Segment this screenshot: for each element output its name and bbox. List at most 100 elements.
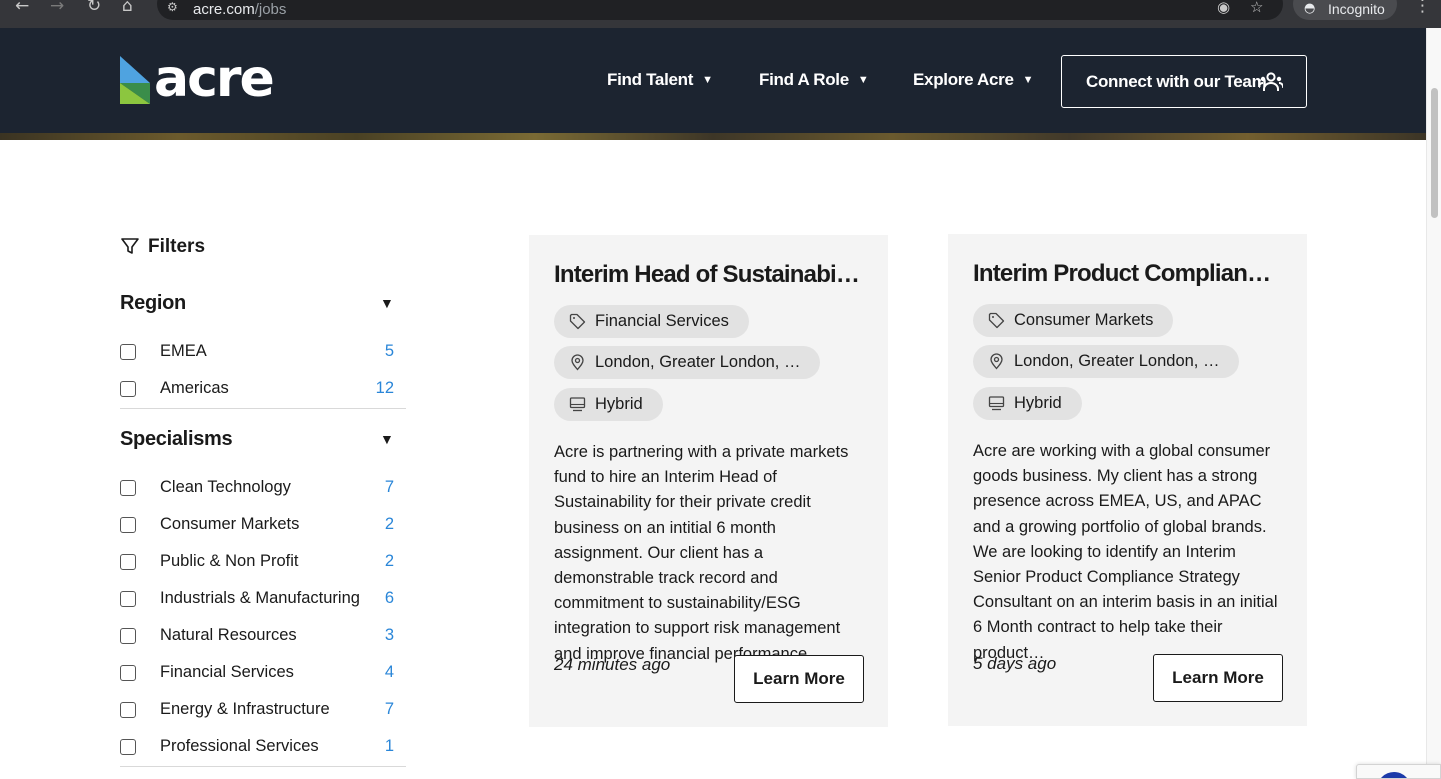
checkbox[interactable] — [120, 554, 136, 570]
location-label: London, Greater London, … — [595, 353, 801, 371]
filters-heading: Filters — [120, 236, 205, 258]
page-scrollbar[interactable] — [1426, 28, 1441, 779]
learn-more-button[interactable]: Learn More — [734, 655, 864, 703]
url-domain: acre.com — [193, 1, 255, 18]
monitor-icon — [988, 396, 1005, 411]
hero-image-strip — [0, 133, 1426, 140]
job-description: Acre is partnering with a private market… — [554, 443, 849, 663]
tag-icon — [988, 312, 1005, 329]
location-pin-icon — [571, 354, 584, 371]
filter-label: Clean Technology — [160, 478, 291, 496]
filter-count: 12 — [375, 379, 394, 397]
incognito-indicator[interactable]: ◓ Incognito — [1293, 0, 1397, 20]
funnel-icon — [121, 238, 139, 254]
work-type-tag: Hybrid — [973, 387, 1082, 420]
work-type-label: Hybrid — [595, 395, 643, 413]
url-text: acre.com/jobs — [193, 1, 286, 18]
filter-option[interactable]: Americas 12 — [120, 379, 394, 401]
specialism-tag: Financial Services — [554, 305, 749, 338]
filter-option[interactable]: Financial Services 4 — [120, 663, 394, 685]
job-card[interactable]: Interim Head of Sustainabilit… Financial… — [529, 235, 888, 727]
specialisms-group-title[interactable]: Specialisms — [120, 428, 233, 451]
connect-with-team-button[interactable]: Connect with our Team — [1061, 55, 1307, 108]
star-bookmark-icon[interactable]: ☆ — [1250, 0, 1263, 16]
location-tag: London, Greater London, … — [554, 346, 821, 379]
caret-down-icon: ▼ — [857, 74, 869, 86]
filters-title-label: Filters — [148, 236, 206, 257]
filter-label: Industrials & Manufacturing — [160, 589, 360, 607]
filter-option[interactable]: Clean Technology 7 — [120, 478, 394, 500]
checkbox[interactable] — [120, 628, 136, 644]
divider — [120, 408, 406, 409]
checkbox[interactable] — [120, 344, 136, 360]
filter-label: Consumer Markets — [160, 515, 300, 533]
filter-option[interactable]: Industrials & Manufacturing 6 — [120, 589, 394, 611]
region-group-title[interactable]: Region — [120, 292, 186, 315]
site-info-icon[interactable]: ⚙ — [167, 0, 178, 14]
incognito-icon: ◓ — [1304, 1, 1316, 16]
address-bar[interactable]: ⚙ acre.com/jobs ◉ ☆ — [157, 0, 1283, 20]
checkbox[interactable] — [120, 702, 136, 718]
home-icon[interactable]: ⌂ — [122, 0, 133, 16]
filter-label: Natural Resources — [160, 626, 297, 644]
job-title[interactable]: Interim Product Compliance… — [973, 260, 1283, 288]
filter-label: Energy & Infrastructure — [160, 700, 330, 718]
scrollbar-thumb[interactable] — [1431, 88, 1438, 218]
reload-icon[interactable]: ↻ — [87, 0, 101, 16]
location-tag: London, Greater London, … — [973, 345, 1240, 378]
filter-option[interactable]: Consumer Markets 2 — [120, 515, 394, 537]
filter-count: 6 — [384, 589, 394, 607]
checkbox[interactable] — [120, 591, 136, 607]
nav-find-talent[interactable]: Find Talent ▼ — [607, 70, 713, 90]
filter-option[interactable]: Energy & Infrastructure 7 — [120, 700, 394, 722]
region-caret-icon[interactable]: ▼ — [380, 295, 394, 311]
nav-explore-acre-label: Explore Acre — [913, 70, 1014, 89]
specialism-tag: Consumer Markets — [973, 304, 1174, 337]
filter-count: 3 — [384, 626, 394, 644]
filter-label: Professional Services — [160, 737, 319, 755]
nav-find-talent-label: Find Talent — [607, 70, 694, 89]
nav-find-a-role[interactable]: Find A Role ▼ — [759, 70, 869, 90]
location-pin-icon — [990, 353, 1003, 370]
caret-down-icon: ▼ — [702, 74, 713, 86]
learn-more-button[interactable]: Learn More — [1153, 654, 1283, 702]
acre-logo[interactable]: acre — [120, 49, 275, 109]
recaptcha-badge[interactable] — [1356, 764, 1441, 779]
job-title[interactable]: Interim Head of Sustainabilit… — [554, 261, 864, 289]
forward-arrow-icon[interactable]: → — [50, 0, 64, 16]
divider — [120, 766, 406, 767]
acre-logo-mark-icon — [120, 56, 150, 104]
work-type-label: Hybrid — [1014, 394, 1062, 412]
browser-menu-icon[interactable]: ⋮ — [1414, 0, 1431, 16]
filter-option[interactable]: Public & Non Profit 2 — [120, 552, 394, 574]
connect-button-label: Connect with our Team — [1086, 72, 1267, 91]
url-path: /jobs — [254, 1, 287, 18]
people-group-icon — [1259, 72, 1283, 91]
filter-option[interactable]: EMEA 5 — [120, 342, 394, 364]
filter-option[interactable]: Professional Services 1 — [120, 737, 394, 759]
caret-down-icon: ▼ — [1022, 74, 1034, 86]
job-card[interactable]: Interim Product Compliance… Consumer Mar… — [948, 234, 1307, 726]
nav-find-a-role-label: Find A Role — [759, 70, 849, 89]
specialisms-caret-icon[interactable]: ▼ — [380, 431, 394, 447]
specialism-label: Financial Services — [595, 312, 729, 330]
checkbox[interactable] — [120, 517, 136, 533]
job-description: Acre are working with a global consumer … — [973, 442, 1278, 662]
incognito-label: Incognito — [1328, 1, 1385, 17]
back-arrow-icon[interactable]: ← — [15, 0, 29, 16]
eye-slash-icon[interactable]: ◉ — [1217, 0, 1230, 16]
tag-icon — [569, 313, 586, 330]
browser-toolbar: ← → ↻ ⌂ ⚙ acre.com/jobs ◉ ☆ ◓ Incognito … — [0, 0, 1441, 28]
filter-count: 7 — [384, 478, 394, 496]
checkbox[interactable] — [120, 739, 136, 755]
filter-option[interactable]: Natural Resources 3 — [120, 626, 394, 648]
checkbox[interactable] — [120, 480, 136, 496]
filter-count: 2 — [384, 515, 394, 533]
specialism-label: Consumer Markets — [1014, 311, 1154, 329]
nav-explore-acre[interactable]: Explore Acre ▼ — [913, 70, 1034, 90]
checkbox[interactable] — [120, 665, 136, 681]
logo-wordmark: acre — [154, 49, 275, 109]
filter-label: Public & Non Profit — [160, 552, 299, 570]
checkbox[interactable] — [120, 381, 136, 397]
filter-count: 5 — [384, 342, 394, 360]
